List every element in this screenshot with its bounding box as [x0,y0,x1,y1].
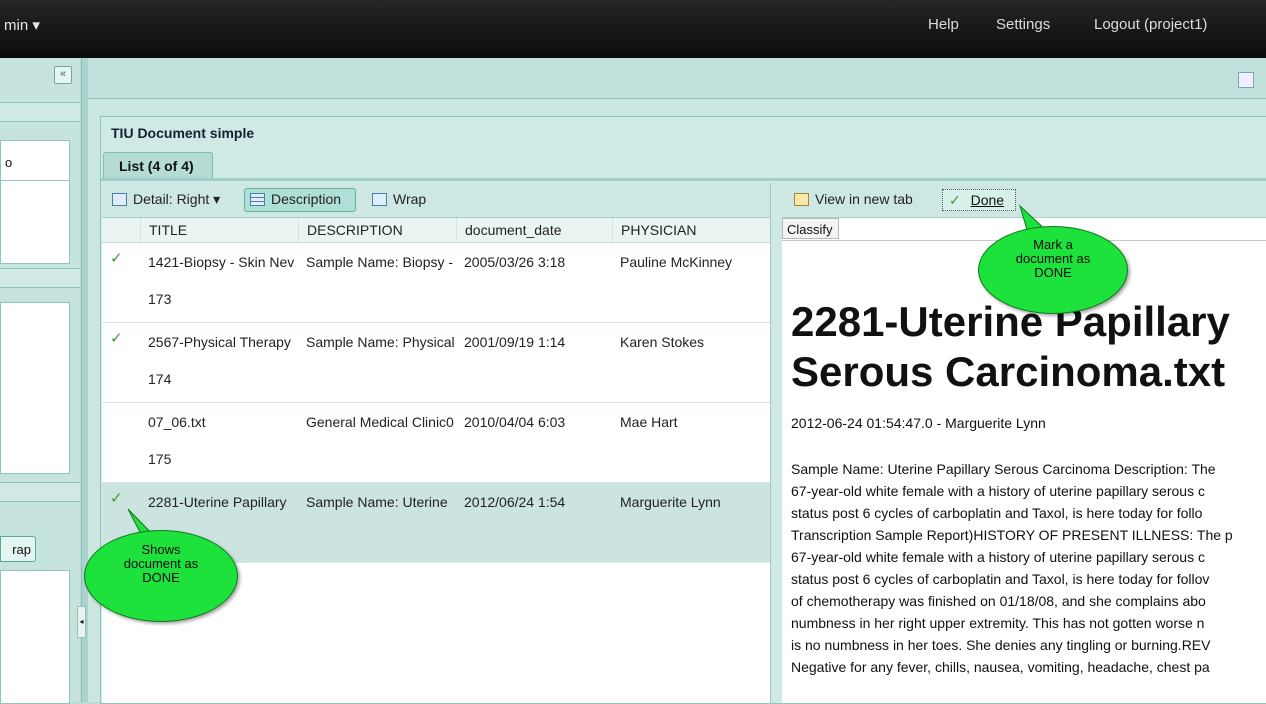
shows-done-callout: Shows document as DONE [84,530,238,622]
mark-done-callout: Mark a document as DONE [978,226,1128,314]
